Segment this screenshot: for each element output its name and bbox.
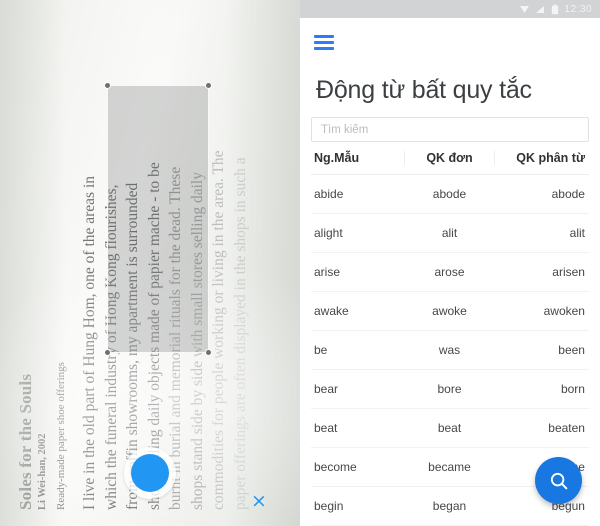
table-row[interactable]: awake awoke awoken [311,292,589,331]
cell-past-participle: born [560,382,585,396]
page-title: Động từ bất quy tắc [316,76,532,104]
cell-past-simple: abode [432,187,467,201]
selection-handle-bottom-right[interactable] [206,350,211,355]
doc-line: I live in the old part of Hung Hom, one … [81,175,98,510]
hamburger-line [314,34,334,38]
camera-capture-pane[interactable]: Soles for the Souls Li Wei-han, 2002 Rea… [0,0,300,526]
cell-base-form: awake [314,304,349,318]
cell-past-simple: bore [437,382,462,396]
cell-past-simple: awoke [432,304,467,318]
cell-past-participle: alit [569,226,585,240]
table-row[interactable]: arise arose arisen [311,253,589,292]
shutter-inner-circle [131,454,169,492]
scanned-doc-byline: Li Wei-han, 2002 [37,433,48,510]
cell-base-form: be [314,343,328,357]
scanned-doc-title: Soles for the Souls [16,373,35,510]
cell-past-participle: begun [551,499,585,513]
screenshot-root: Soles for the Souls Li Wei-han, 2002 Rea… [0,0,600,526]
table-row[interactable]: be was been [311,331,589,370]
cell-base-form: bear [314,382,339,396]
cell-base-form: become [314,460,357,474]
search-field-wrapper [300,117,600,142]
irregular-verbs-app-pane: 12:30 Động từ bất quy tắc Ng.Mẫu QK đơn … [300,0,600,526]
cell-past-participle: been [558,343,585,357]
selection-handle-top-right[interactable] [206,83,211,88]
column-header-past-participle: QK phân từ [494,151,589,165]
doc-line: paper offerings are often displayed in t… [231,157,249,510]
cell-past-participle: awoken [543,304,585,318]
status-bar: 12:30 [300,0,600,18]
status-bar-time: 12:30 [564,3,592,15]
cell-past-simple: began [432,499,467,513]
cell-base-form: abide [314,187,344,201]
cell-base-form: alight [314,226,343,240]
hamburger-line [314,40,334,44]
app-bar [300,18,600,66]
cell-past-participle: beaten [548,421,585,435]
doc-line: commodities for people working or living… [210,150,227,510]
signal-bars-icon [536,5,545,13]
camera-shutter-button[interactable] [124,447,176,499]
download-triangle-icon [520,5,530,13]
close-icon[interactable]: × [248,490,270,512]
table-row[interactable]: beat beat beaten [311,409,589,448]
cell-past-participle: arisen [552,265,585,279]
battery-icon [552,4,559,14]
table-row[interactable]: alight alit alit [311,214,589,253]
search-icon [550,472,567,489]
cell-past-participle: abode [551,187,585,201]
table-row[interactable]: abide abode abode [311,175,589,214]
column-header-past-simple: QK đơn [403,151,495,165]
scanned-doc-caption: Ready-made paper shoe offerings [55,362,67,510]
selection-handle-top-left[interactable] [105,83,110,88]
table-row[interactable]: bear bore born [311,370,589,409]
table-header-row: Ng.Mẫu QK đơn QK phân từ [311,142,589,175]
cell-past-simple: arose [434,265,465,279]
cell-past-simple: became [428,460,471,474]
hamburger-line [314,46,334,50]
ocr-selection-rectangle[interactable] [105,83,211,355]
cell-past-simple: beat [437,421,462,435]
cell-base-form: arise [314,265,341,279]
cell-base-form: begin [314,499,344,513]
cell-past-simple: was [438,343,461,357]
hamburger-menu-icon[interactable] [314,34,336,50]
search-fab-button[interactable] [535,457,582,504]
cell-past-simple: alit [441,226,458,240]
column-header-base-form: Ng.Mẫu [314,151,360,165]
cell-base-form: beat [314,421,338,435]
search-input[interactable] [311,117,589,142]
selection-handle-bottom-left[interactable] [105,350,110,355]
